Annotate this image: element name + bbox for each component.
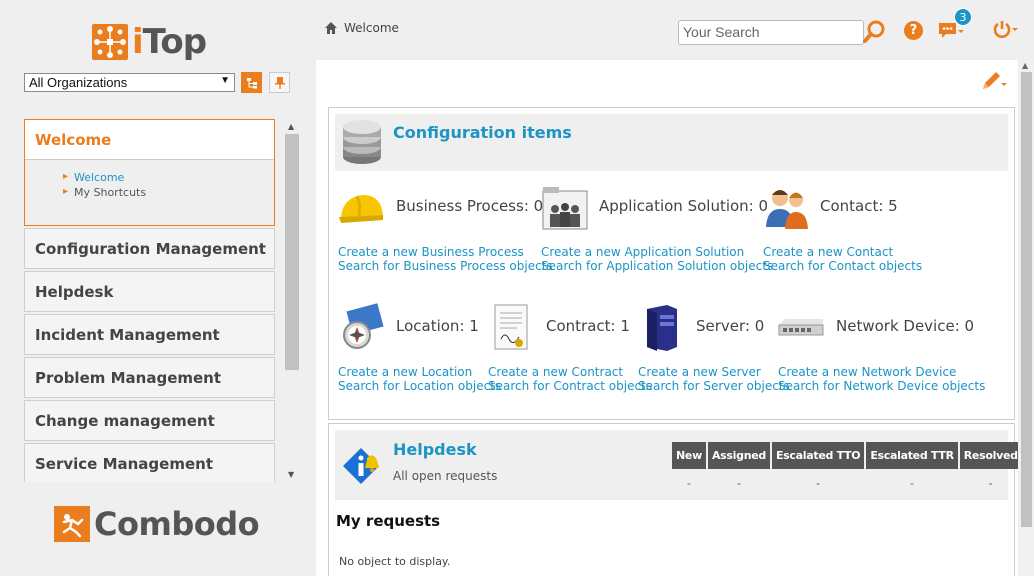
search-contract-link[interactable]: Search for Contract objects <box>488 379 652 393</box>
hierarchy-icon <box>246 77 257 88</box>
menu-group-label[interactable]: Change management <box>25 401 274 440</box>
menu-group-service-management[interactable]: Service Management <box>24 443 275 482</box>
submenu-item-welcome[interactable]: Welcome <box>63 169 274 185</box>
helpdesk-dashlet: Helpdesk All open requests New Assigned … <box>328 423 1018 576</box>
combodo-logo[interactable]: Combodo <box>54 505 260 543</box>
search-business-process-link[interactable]: Search for Business Process objects <box>338 259 553 273</box>
combodo-logo-icon <box>54 506 90 542</box>
column-header: Escalated TTO <box>771 442 865 469</box>
helpdesk-info-icon <box>343 448 379 484</box>
column-header: Assigned <box>707 442 770 469</box>
global-search-input[interactable]: Your Search <box>678 20 864 45</box>
helpdesk-stats-table: New Assigned Escalated TTO Escalated TTR… <box>670 440 1018 497</box>
configuration-items-title: Configuration items <box>393 123 572 142</box>
itop-logo-icon <box>92 24 128 60</box>
ci-count: Contract: 1 <box>546 317 630 335</box>
main-scrollbar-thumb[interactable] <box>1021 72 1032 527</box>
helpdesk-title: Helpdesk <box>393 440 477 459</box>
ci-count: Location: 1 <box>396 317 479 335</box>
column-header: Resolved <box>959 442 1018 469</box>
scroll-up-icon[interactable]: ▲ <box>1022 61 1028 70</box>
location-compass-icon <box>343 303 384 349</box>
pin-organization-button[interactable] <box>269 72 290 93</box>
power-icon[interactable] <box>992 20 1020 40</box>
create-business-process-link[interactable]: Create a new Business Process <box>338 245 524 259</box>
main-content: Configuration items Business Process: 0 … <box>316 60 1018 576</box>
stat-value-assigned[interactable]: - <box>708 471 770 495</box>
stat-value-resolved[interactable]: - <box>960 471 1018 495</box>
top-bar: Welcome Your Search ? 3 <box>316 0 1034 60</box>
ci-count: Business Process: 0 <box>396 197 544 215</box>
itop-logo[interactable]: iTop <box>92 22 207 62</box>
configuration-items-header: Configuration items <box>335 114 1008 171</box>
menu-scrollbar[interactable]: ▲ ▼ <box>285 122 299 482</box>
database-icon <box>343 120 381 164</box>
ci-count: Server: 0 <box>696 317 765 335</box>
stat-value-escalated-tto[interactable]: - <box>772 471 864 495</box>
combodo-logo-text: Combodo <box>94 505 260 543</box>
create-location-link[interactable]: Create a new Location <box>338 365 472 379</box>
create-server-link[interactable]: Create a new Server <box>638 365 761 379</box>
submenu-item-my-shortcuts[interactable]: My Shortcuts <box>63 184 274 200</box>
create-contract-link[interactable]: Create a new Contract <box>488 365 623 379</box>
menu-group-label[interactable]: Service Management <box>25 444 274 482</box>
menu-group-label[interactable]: Helpdesk <box>25 272 274 311</box>
organization-hierarchy-button[interactable] <box>241 72 262 93</box>
scroll-up-icon[interactable]: ▲ <box>288 122 294 131</box>
create-network-device-link[interactable]: Create a new Network Device <box>778 365 956 379</box>
search-network-device-link[interactable]: Search for Network Device objects <box>778 379 985 393</box>
helmet-icon <box>339 195 383 223</box>
breadcrumb-item-welcome[interactable]: Welcome <box>344 21 399 35</box>
helpdesk-subtitle: All open requests <box>393 469 498 483</box>
ci-count: Application Solution: 0 <box>599 197 769 215</box>
notification-count-badge: 3 <box>954 8 972 26</box>
menu-group-configuration-management[interactable]: Configuration Management <box>24 228 275 269</box>
configuration-items-dashlet: Configuration items Business Process: 0 … <box>328 107 1015 420</box>
server-icon <box>647 305 677 351</box>
my-requests-empty-text: No object to display. <box>339 555 451 568</box>
stat-value-new[interactable]: - <box>672 471 706 495</box>
menu-group-label[interactable]: Incident Management <box>25 315 274 354</box>
menu-group-problem-management[interactable]: Problem Management <box>24 357 275 398</box>
application-solution-icon <box>542 187 588 230</box>
menu-group-incident-management[interactable]: Incident Management <box>24 314 275 355</box>
menu-group-helpdesk[interactable]: Helpdesk <box>24 271 275 312</box>
edit-dashboard-icon[interactable] <box>980 69 1008 93</box>
menu-group-label[interactable]: Welcome <box>25 120 274 159</box>
my-requests-title: My requests <box>336 512 441 530</box>
search-icon[interactable] <box>861 18 887 46</box>
menu-group-change-management[interactable]: Change management <box>24 400 275 441</box>
stat-value-escalated-ttr[interactable]: - <box>866 471 957 495</box>
contract-icon <box>494 304 528 350</box>
welcome-submenu: Welcome My Shortcuts <box>25 159 274 225</box>
main-scrollbar[interactable]: ▲ <box>1019 60 1034 576</box>
helpdesk-header: Helpdesk All open requests New Assigned … <box>335 430 1018 500</box>
search-contact-link[interactable]: Search for Contact objects <box>763 259 922 273</box>
create-contact-link[interactable]: Create a new Contact <box>763 245 893 259</box>
create-application-solution-link[interactable]: Create a new Application Solution <box>541 245 744 259</box>
contacts-icon <box>766 190 808 229</box>
chevron-down-icon: ▼ <box>220 75 230 86</box>
breadcrumb: Welcome <box>324 21 399 35</box>
menu-scrollbar-thumb[interactable] <box>285 134 299 370</box>
organization-select[interactable]: All Organizations ▼ <box>24 73 235 92</box>
menu-group-welcome[interactable]: Welcome Welcome My Shortcuts <box>24 119 275 226</box>
menu-group-label[interactable]: Problem Management <box>25 358 274 397</box>
column-header: New <box>672 442 706 469</box>
network-device-icon <box>778 319 824 336</box>
scroll-down-icon[interactable]: ▼ <box>288 470 294 479</box>
help-icon[interactable]: ? <box>904 21 923 40</box>
main-menu: Welcome Welcome My Shortcuts Configurati… <box>24 119 275 482</box>
search-location-link[interactable]: Search for Location objects <box>338 379 501 393</box>
column-header: Escalated TTR <box>866 442 958 469</box>
search-application-solution-link[interactable]: Search for Application Solution objects <box>541 259 773 273</box>
ci-count: Contact: 5 <box>820 197 898 215</box>
menu-group-label[interactable]: Configuration Management <box>25 229 274 268</box>
ci-count: Network Device: 0 <box>836 317 975 335</box>
itop-logo-text: iTop <box>132 22 207 62</box>
search-server-link[interactable]: Search for Server objects <box>638 379 790 393</box>
left-panel: iTop All Organizations ▼ Welcome Welcome… <box>0 0 316 576</box>
pin-icon <box>274 76 285 89</box>
home-icon[interactable] <box>324 21 338 35</box>
